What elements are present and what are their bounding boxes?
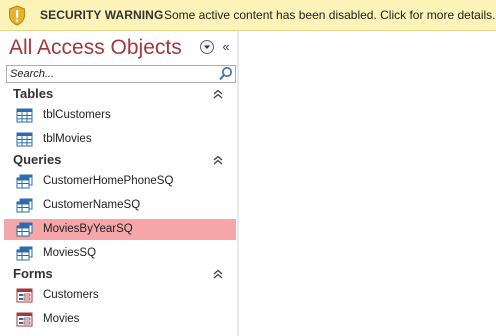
nav-item-label: CustomerNameSQ [43,199,141,211]
nav-item-customers-form[interactable]: Customers [4,285,236,306]
nav-item-moviesbyyearsq[interactable]: MoviesByYearSQ [4,219,236,240]
nav-pane-title[interactable]: All Access Objects [9,36,182,60]
form-icon [16,312,33,327]
nav-item-label: MoviesByYearSQ [43,223,133,235]
form-icon [16,288,33,303]
nav-item-movies-form[interactable]: Movies [4,309,236,330]
navigation-pane: All Access Objects « Tables tblCustomers [2,31,238,336]
nav-item-tblcustomers[interactable]: tblCustomers [4,105,236,126]
nav-item-customernamesq[interactable]: CustomerNameSQ [4,195,236,216]
nav-item-label: CustomerHomePhoneSQ [43,175,174,187]
query-icon [16,246,33,261]
collapse-chevron-icon[interactable] [212,88,224,100]
security-warning-title: SECURITY WARNING [40,8,164,22]
group-header-tables[interactable]: Tables [4,84,236,104]
group-header-queries[interactable]: Queries [4,150,236,170]
shutter-bar-close-icon[interactable]: « [219,39,233,55]
search-input[interactable] [7,66,215,82]
search-icon[interactable] [217,66,235,82]
table-icon [16,132,33,147]
query-icon [16,222,33,237]
nav-item-customerhomephonesq[interactable]: CustomerHomePhoneSQ [4,171,236,192]
table-icon [16,108,33,123]
nav-item-label: tblMovies [43,133,92,145]
search-box [6,65,236,83]
nav-item-label: Movies [43,313,80,325]
group-header-forms[interactable]: Forms [4,264,236,284]
group-label: Queries [13,152,62,167]
nav-menu-dropdown-icon[interactable] [199,39,215,55]
nav-item-moviessq[interactable]: MoviesSQ [4,243,236,264]
nav-item-label: MoviesSQ [43,247,97,259]
nav-item-label: Customers [43,289,99,301]
group-label: Tables [13,86,54,101]
group-label: Forms [13,266,53,281]
collapse-chevron-icon[interactable] [212,268,224,280]
nav-item-tblmovies[interactable]: tblMovies [4,129,236,150]
nav-item-label: tblCustomers [43,109,111,121]
collapse-chevron-icon[interactable] [212,154,224,166]
query-icon [16,174,33,189]
query-icon [16,198,33,213]
security-warning-bar[interactable]: SECURITY WARNING Some active content has… [0,0,496,31]
document-workspace [239,31,496,336]
security-warning-message[interactable]: Some active content has been disabled. C… [164,8,496,22]
shield-warning-icon [9,5,25,26]
